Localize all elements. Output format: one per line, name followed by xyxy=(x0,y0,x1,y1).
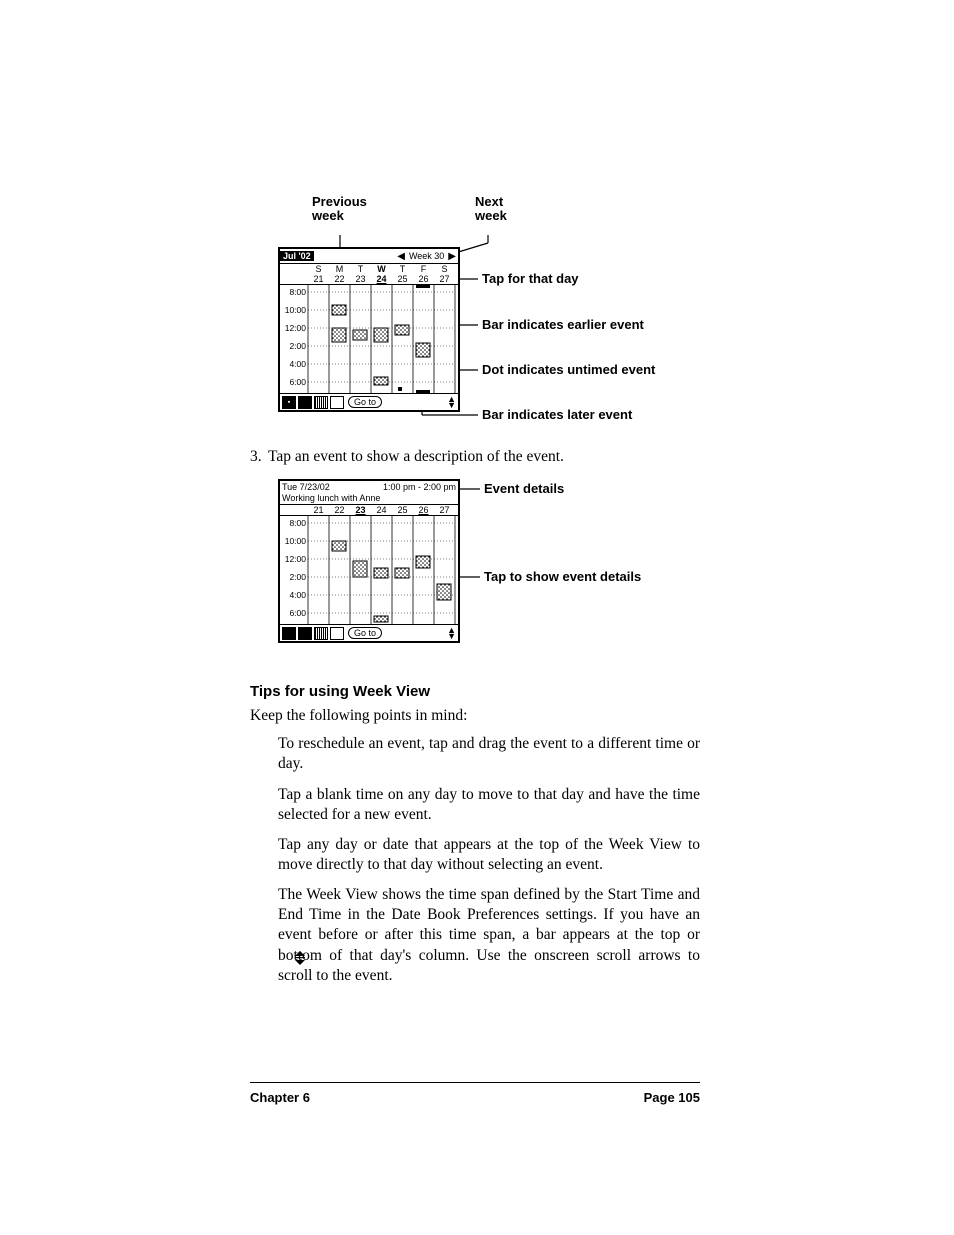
scroll-up-down-icon[interactable]: ▲▼ xyxy=(447,396,456,408)
step-3-text: Tap an event to show a description of th… xyxy=(268,448,564,465)
view-week-icon[interactable] xyxy=(298,627,312,640)
week-view-figure-1: Jul '02 ◀ Week 30 ▶ S M T W T F S 21 22 … xyxy=(250,235,700,435)
day-letter[interactable]: S xyxy=(434,264,455,274)
callout-untimed-event: Dot indicates untimed event xyxy=(482,363,655,377)
footer-page: Page 105 xyxy=(644,1090,700,1105)
callout-later-event: Bar indicates later event xyxy=(482,408,632,422)
day-number[interactable]: 26 xyxy=(413,274,434,284)
week-view-figure-2: Tue 7/23/02 1:00 pm - 2:00 pm Working lu… xyxy=(250,477,700,669)
day-letter[interactable]: S xyxy=(308,264,329,274)
day-number[interactable]: 23 xyxy=(350,505,371,515)
view-week-icon[interactable] xyxy=(298,396,312,409)
view-month-icon[interactable] xyxy=(314,396,328,409)
callout-event-details: Event details xyxy=(484,482,564,496)
scroll-up-down-icon[interactable]: ▲▼ xyxy=(447,627,456,639)
view-agenda-icon[interactable] xyxy=(330,396,344,409)
goto-button[interactable]: Go to xyxy=(348,627,382,639)
next-week-label: Next week xyxy=(475,195,507,224)
day-number[interactable]: 24 xyxy=(371,505,392,515)
footer-rule xyxy=(250,1082,700,1083)
day-number[interactable]: 27 xyxy=(434,505,455,515)
day-number[interactable]: 22 xyxy=(329,274,350,284)
day-number[interactable]: 21 xyxy=(308,274,329,284)
tip-text: The Week View shows the time span define… xyxy=(278,886,700,984)
day-letter[interactable]: T xyxy=(392,264,413,274)
footer-chapter: Chapter 6 xyxy=(250,1090,310,1105)
view-day-icon[interactable]: ▪ xyxy=(282,396,296,409)
month-badge: Jul '02 xyxy=(280,251,314,261)
next-week-arrow-icon[interactable]: ▶ xyxy=(446,251,458,262)
view-month-icon[interactable] xyxy=(314,627,328,640)
day-number[interactable]: 24 xyxy=(371,274,392,284)
day-number[interactable]: 21 xyxy=(308,505,329,515)
callout-tap-show-details: Tap to show event details xyxy=(484,570,641,584)
tip-item: The Week View shows the time span define… xyxy=(278,885,700,986)
day-letter[interactable]: M xyxy=(329,264,350,274)
tips-heading: Tips for using Week View xyxy=(250,683,700,700)
day-number[interactable]: 25 xyxy=(392,274,413,284)
scroll-arrows-icon xyxy=(294,951,306,965)
day-number[interactable]: 25 xyxy=(392,505,413,515)
tips-intro: Keep the following points in mind: xyxy=(250,706,700,726)
previous-week-label: Previous week xyxy=(312,195,367,224)
tip-item: Tap any day or date that appears at the … xyxy=(278,835,700,875)
view-agenda-icon[interactable] xyxy=(330,627,344,640)
day-letter[interactable]: F xyxy=(413,264,434,274)
prev-week-arrow-icon[interactable]: ◀ xyxy=(395,251,407,262)
day-number[interactable]: 26 xyxy=(413,505,434,515)
day-number[interactable]: 27 xyxy=(434,274,455,284)
tip-item: Tap a blank time on any day to move to t… xyxy=(278,785,700,825)
week-label: Week 30 xyxy=(407,251,446,261)
event-date: Tue 7/23/02 xyxy=(282,482,330,492)
callout-earlier-event: Bar indicates earlier event xyxy=(482,318,644,332)
day-letter[interactable]: T xyxy=(350,264,371,274)
day-number[interactable]: 23 xyxy=(350,274,371,284)
tip-item: To reschedule an event, tap and drag the… xyxy=(278,734,700,774)
view-day-icon[interactable] xyxy=(282,627,296,640)
event-title: Working lunch with Anne xyxy=(280,493,458,505)
event-time-range: 1:00 pm - 2:00 pm xyxy=(383,482,456,492)
step-3: 3.Tap an event to show a description of … xyxy=(250,447,700,467)
day-number[interactable]: 22 xyxy=(329,505,350,515)
day-letter[interactable]: W xyxy=(371,264,392,274)
callout-tap-day: Tap for that day xyxy=(482,272,579,286)
goto-button[interactable]: Go to xyxy=(348,396,382,408)
